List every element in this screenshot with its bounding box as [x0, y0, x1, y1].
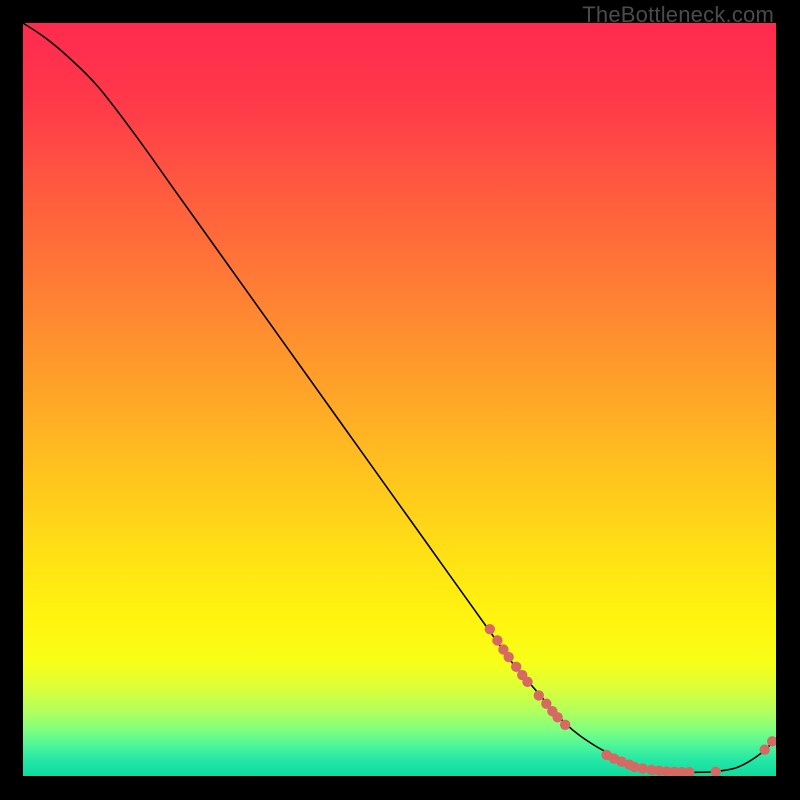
data-marker [503, 652, 513, 662]
data-marker [511, 662, 521, 672]
data-marker [760, 744, 770, 754]
data-marker [485, 624, 495, 634]
data-marker [534, 690, 544, 700]
data-marker [560, 720, 570, 730]
chart-plot-area [23, 23, 776, 776]
data-marker [492, 635, 502, 645]
bottleneck-chart [23, 23, 776, 776]
data-marker [638, 763, 648, 773]
data-marker [522, 677, 532, 687]
data-marker [552, 712, 562, 722]
